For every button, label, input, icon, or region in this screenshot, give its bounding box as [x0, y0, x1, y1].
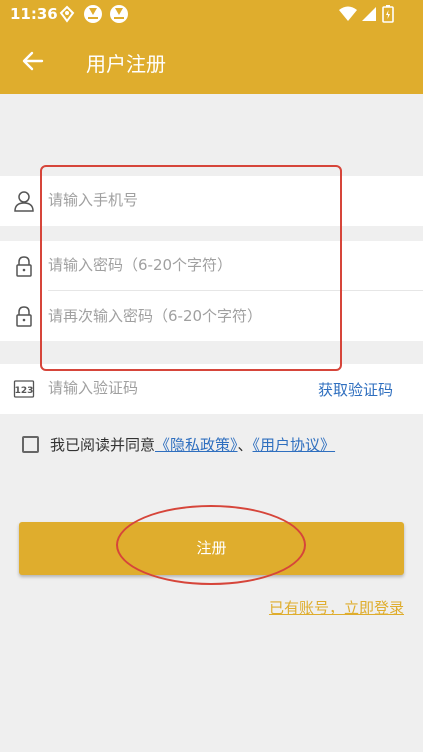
- back-arrow-icon[interactable]: [20, 48, 46, 74]
- user-agreement-link[interactable]: 《用户协议》: [253, 436, 336, 454]
- annotation-rectangle: [40, 165, 342, 371]
- login-link[interactable]: 已有账号，立即登录: [269, 597, 404, 618]
- captcha-row: 123 获取验证码: [0, 364, 423, 414]
- agreement-separator: 、: [237, 436, 253, 454]
- privacy-policy-link[interactable]: 《隐私政策》: [155, 436, 238, 454]
- battery-icon: [382, 5, 394, 23]
- svg-text:123: 123: [15, 386, 34, 396]
- status-time: 11:36: [10, 5, 58, 23]
- agreement-text: 我已阅读并同意《隐私政策》、《用户协议》: [50, 434, 335, 455]
- app-bar: 用户注册: [0, 28, 423, 94]
- download-icon: [84, 5, 102, 23]
- lock-icon: [16, 256, 32, 277]
- agreement-prefix: 我已阅读并同意: [50, 436, 156, 454]
- status-bar: 11:36: [0, 0, 423, 28]
- download-icon: [110, 5, 128, 23]
- get-code-button[interactable]: 获取验证码: [318, 379, 393, 400]
- page-title: 用户注册: [86, 52, 166, 76]
- lock-icon: [16, 306, 32, 327]
- wifi-icon: [339, 6, 357, 21]
- cellular-signal-icon: [362, 7, 376, 21]
- captcha-123-icon: 123: [13, 380, 35, 398]
- agreement-checkbox[interactable]: [22, 436, 39, 453]
- user-icon: [14, 191, 34, 212]
- annotation-ellipse: [116, 505, 306, 585]
- app-notification-icon: [59, 5, 75, 23]
- captcha-input[interactable]: [48, 379, 288, 397]
